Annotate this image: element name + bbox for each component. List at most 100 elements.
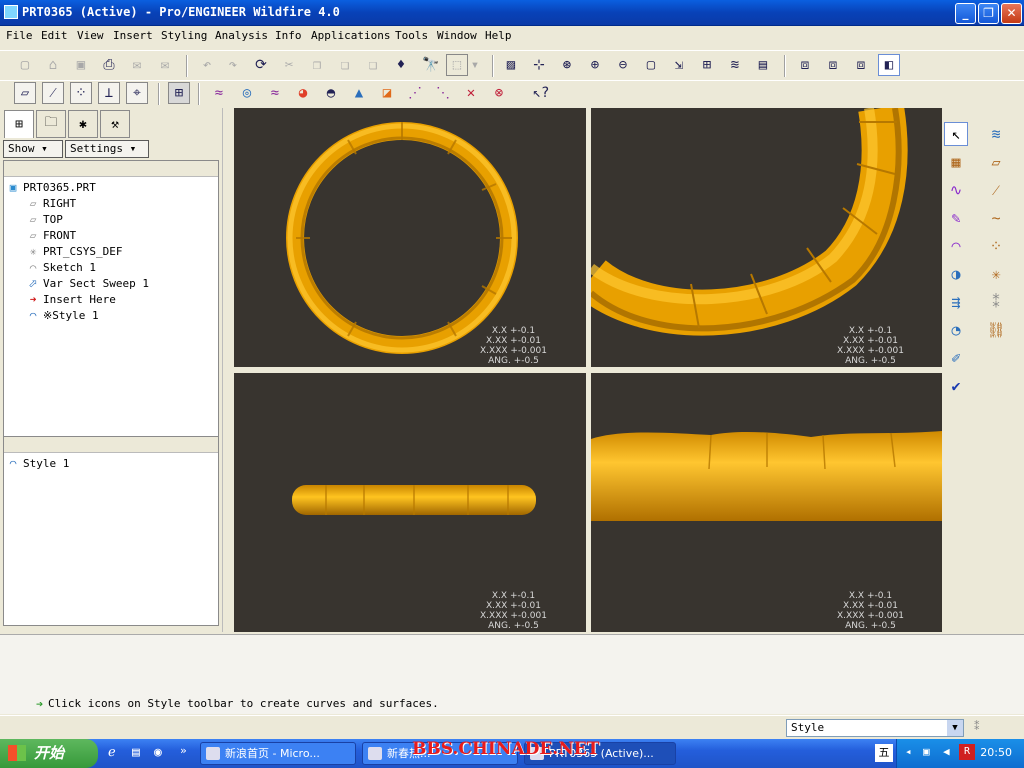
app-icon[interactable]	[4, 5, 18, 19]
redo-icon[interactable]: ↷	[222, 54, 244, 76]
section-analysis-icon[interactable]: ◎	[236, 82, 258, 104]
menu-applications[interactable]: Applications	[311, 29, 390, 42]
settings-dropdown[interactable]: Settings ▾	[65, 140, 149, 158]
surface-connect-icon[interactable]: ⇶	[944, 290, 968, 314]
spin-center-icon[interactable]: ⊹	[528, 54, 550, 76]
dihedral-analysis-icon[interactable]: ⋰	[404, 82, 426, 104]
offset-analysis-icon[interactable]: ≈	[264, 82, 286, 104]
viewport-top-left[interactable]: X.X +-0.1 X.XX +-0.01 X.XXX +-0.001 ANG. +-…	[234, 108, 586, 367]
csys-toggle-icon[interactable]: ⊥	[98, 82, 120, 104]
close-button[interactable]: ✕	[1001, 3, 1022, 24]
ime-indicator[interactable]: 五	[875, 744, 893, 762]
menu-tools[interactable]: Tools	[395, 29, 428, 42]
tree-node-csys[interactable]: ✳ PRT_CSYS_DEF	[26, 245, 123, 258]
axis-icon[interactable]: ⁄	[984, 178, 1008, 202]
gaussian-curvature-icon[interactable]: ◕	[292, 82, 314, 104]
new-file-icon[interactable]: ▢	[14, 54, 36, 76]
print-icon[interactable]: ⎙	[98, 54, 120, 76]
save-icon[interactable]: ▣	[70, 54, 92, 76]
mail-attach-icon[interactable]: ✉	[154, 54, 176, 76]
tree-node-insert-here[interactable]: ➜ Insert Here	[26, 293, 116, 306]
datum-point-icon[interactable]: ⁘	[984, 234, 1008, 258]
no-hidden-icon[interactable]: ⧈	[850, 54, 872, 76]
menu-styling[interactable]: Styling	[161, 29, 207, 42]
undo-icon[interactable]: ↶	[196, 54, 218, 76]
slope-analysis-icon[interactable]: ◪	[376, 82, 398, 104]
tree-node-sketch[interactable]: ⌒ Sketch 1	[26, 261, 96, 274]
viewport-bottom-left[interactable]: X.X +-0.1 X.XX +-0.01 X.XXX +-0.001 ANG. +-…	[234, 373, 586, 632]
shading-icon[interactable]: ◧	[878, 54, 900, 76]
quicklaunch-more-icon[interactable]: »	[180, 744, 187, 757]
model-player-icon[interactable]: ♦	[390, 54, 412, 76]
restore-button[interactable]: ❐	[978, 3, 999, 24]
grid-toggle-icon[interactable]: ⊞	[168, 82, 190, 104]
saved-views-icon[interactable]: ⊞	[696, 54, 718, 76]
task-sina[interactable]: 新浪首页 - Micro...	[200, 742, 356, 765]
regenerate-icon[interactable]: ⟳	[250, 54, 272, 76]
datum-planes-toggle-icon[interactable]: ▱	[14, 82, 36, 104]
select-arrow-icon[interactable]: ↖	[944, 122, 968, 146]
menu-analysis[interactable]: Analysis	[215, 29, 268, 42]
surface-icon[interactable]: ◑	[944, 262, 968, 286]
volume-icon[interactable]: ◀	[943, 745, 950, 758]
selection-filter-icon[interactable]: ⬚	[446, 54, 468, 76]
create-curve-icon[interactable]: ∿	[944, 178, 968, 202]
wireframe-icon[interactable]: ⧈	[794, 54, 816, 76]
chain-icon[interactable]: ⛓	[984, 318, 1008, 342]
datum-curve-icon[interactable]: ∼	[984, 206, 1008, 230]
refit-icon[interactable]: ▢	[640, 54, 662, 76]
model-tree-tab-icon[interactable]: ⊞	[4, 110, 34, 138]
menu-info[interactable]: Info	[275, 29, 302, 42]
tree-node-style[interactable]: ◠ ※Style 1	[26, 309, 99, 322]
layers-icon[interactable]: ≋	[724, 54, 746, 76]
viewport-top-right[interactable]: X.X +-0.1 X.XX +-0.01 X.XXX +-0.001 ANG. +-…	[591, 108, 942, 367]
layer-item-style[interactable]: ◠ Style 1	[6, 457, 70, 470]
favorites-tab-icon[interactable]: ✱	[68, 110, 98, 138]
plane-icon[interactable]: ▱	[984, 150, 1008, 174]
datum-points-toggle-icon[interactable]: ⁘	[70, 82, 92, 104]
repaint-icon[interactable]: ▨	[500, 54, 522, 76]
zoom-in-icon[interactable]: ⊕	[584, 54, 606, 76]
context-help-icon[interactable]: ↖?	[530, 82, 552, 104]
paste-icon[interactable]: ❏	[334, 54, 356, 76]
menu-insert[interactable]: Insert	[113, 29, 153, 42]
connections-tab-icon[interactable]: ⚒	[100, 110, 130, 138]
view-manager-icon[interactable]: ▤	[752, 54, 774, 76]
panel-splitter[interactable]	[222, 108, 232, 632]
selection-filter-select[interactable]: Style ▼	[786, 719, 964, 737]
set-active-plane-icon[interactable]: ≋	[984, 122, 1008, 146]
tree-node-part[interactable]: ▣ PRT0365.PRT	[6, 181, 96, 194]
surface-edit-icon[interactable]: ✐	[944, 346, 968, 370]
tree-node-top[interactable]: ▱ TOP	[26, 213, 63, 226]
antivirus-icon[interactable]: R	[959, 744, 975, 760]
reorient-icon[interactable]: ⇲	[668, 54, 690, 76]
curve-analysis-icon[interactable]: ≈	[208, 82, 230, 104]
chevron-down-icon[interactable]: ▾	[470, 54, 480, 76]
show-dropdown[interactable]: Show ▾	[3, 140, 63, 158]
find-icon[interactable]: 🔭	[420, 54, 442, 76]
menu-edit[interactable]: Edit	[41, 29, 68, 42]
delete-analysis-icon[interactable]: ✕	[460, 82, 482, 104]
start-button[interactable]: 开始	[0, 739, 98, 768]
tree-node-sweep[interactable]: ⬀ Var Sect Sweep 1	[26, 277, 149, 290]
analysis-feature-icon[interactable]: ⁑	[984, 290, 1008, 314]
tray-arrow-icon[interactable]: ◂	[905, 745, 912, 758]
datum-axes-toggle-icon[interactable]: ⁄	[42, 82, 64, 104]
title-bar[interactable]: PRT0365 (Active) - Pro/ENGINEER Wildfire…	[0, 0, 1024, 26]
copy-icon[interactable]: ❐	[306, 54, 328, 76]
ie-icon[interactable]: ℯ	[108, 745, 116, 760]
reflection-analysis-icon[interactable]: ◓	[320, 82, 342, 104]
folder-browser-tab-icon[interactable]: 🗀	[36, 110, 66, 138]
send-mail-icon[interactable]: ✉	[126, 54, 148, 76]
surface-trim-icon[interactable]: ◔	[944, 318, 968, 342]
annotation-toggle-icon[interactable]: ⌖	[126, 82, 148, 104]
edit-curve-icon[interactable]: ◠	[944, 234, 968, 258]
menu-file[interactable]: File	[6, 29, 33, 42]
menu-view[interactable]: View	[77, 29, 104, 42]
chevron-down-icon[interactable]: ▼	[947, 720, 963, 736]
done-check-icon[interactable]: ✔	[944, 374, 968, 398]
menu-help[interactable]: Help	[485, 29, 512, 42]
viewport-bottom-right[interactable]: X.X +-0.1 X.XX +-0.01 X.XXX +-0.001 ANG. +-…	[591, 373, 942, 632]
network-icon[interactable]: ▣	[923, 745, 930, 758]
draft-analysis-icon[interactable]: ▲	[348, 82, 370, 104]
